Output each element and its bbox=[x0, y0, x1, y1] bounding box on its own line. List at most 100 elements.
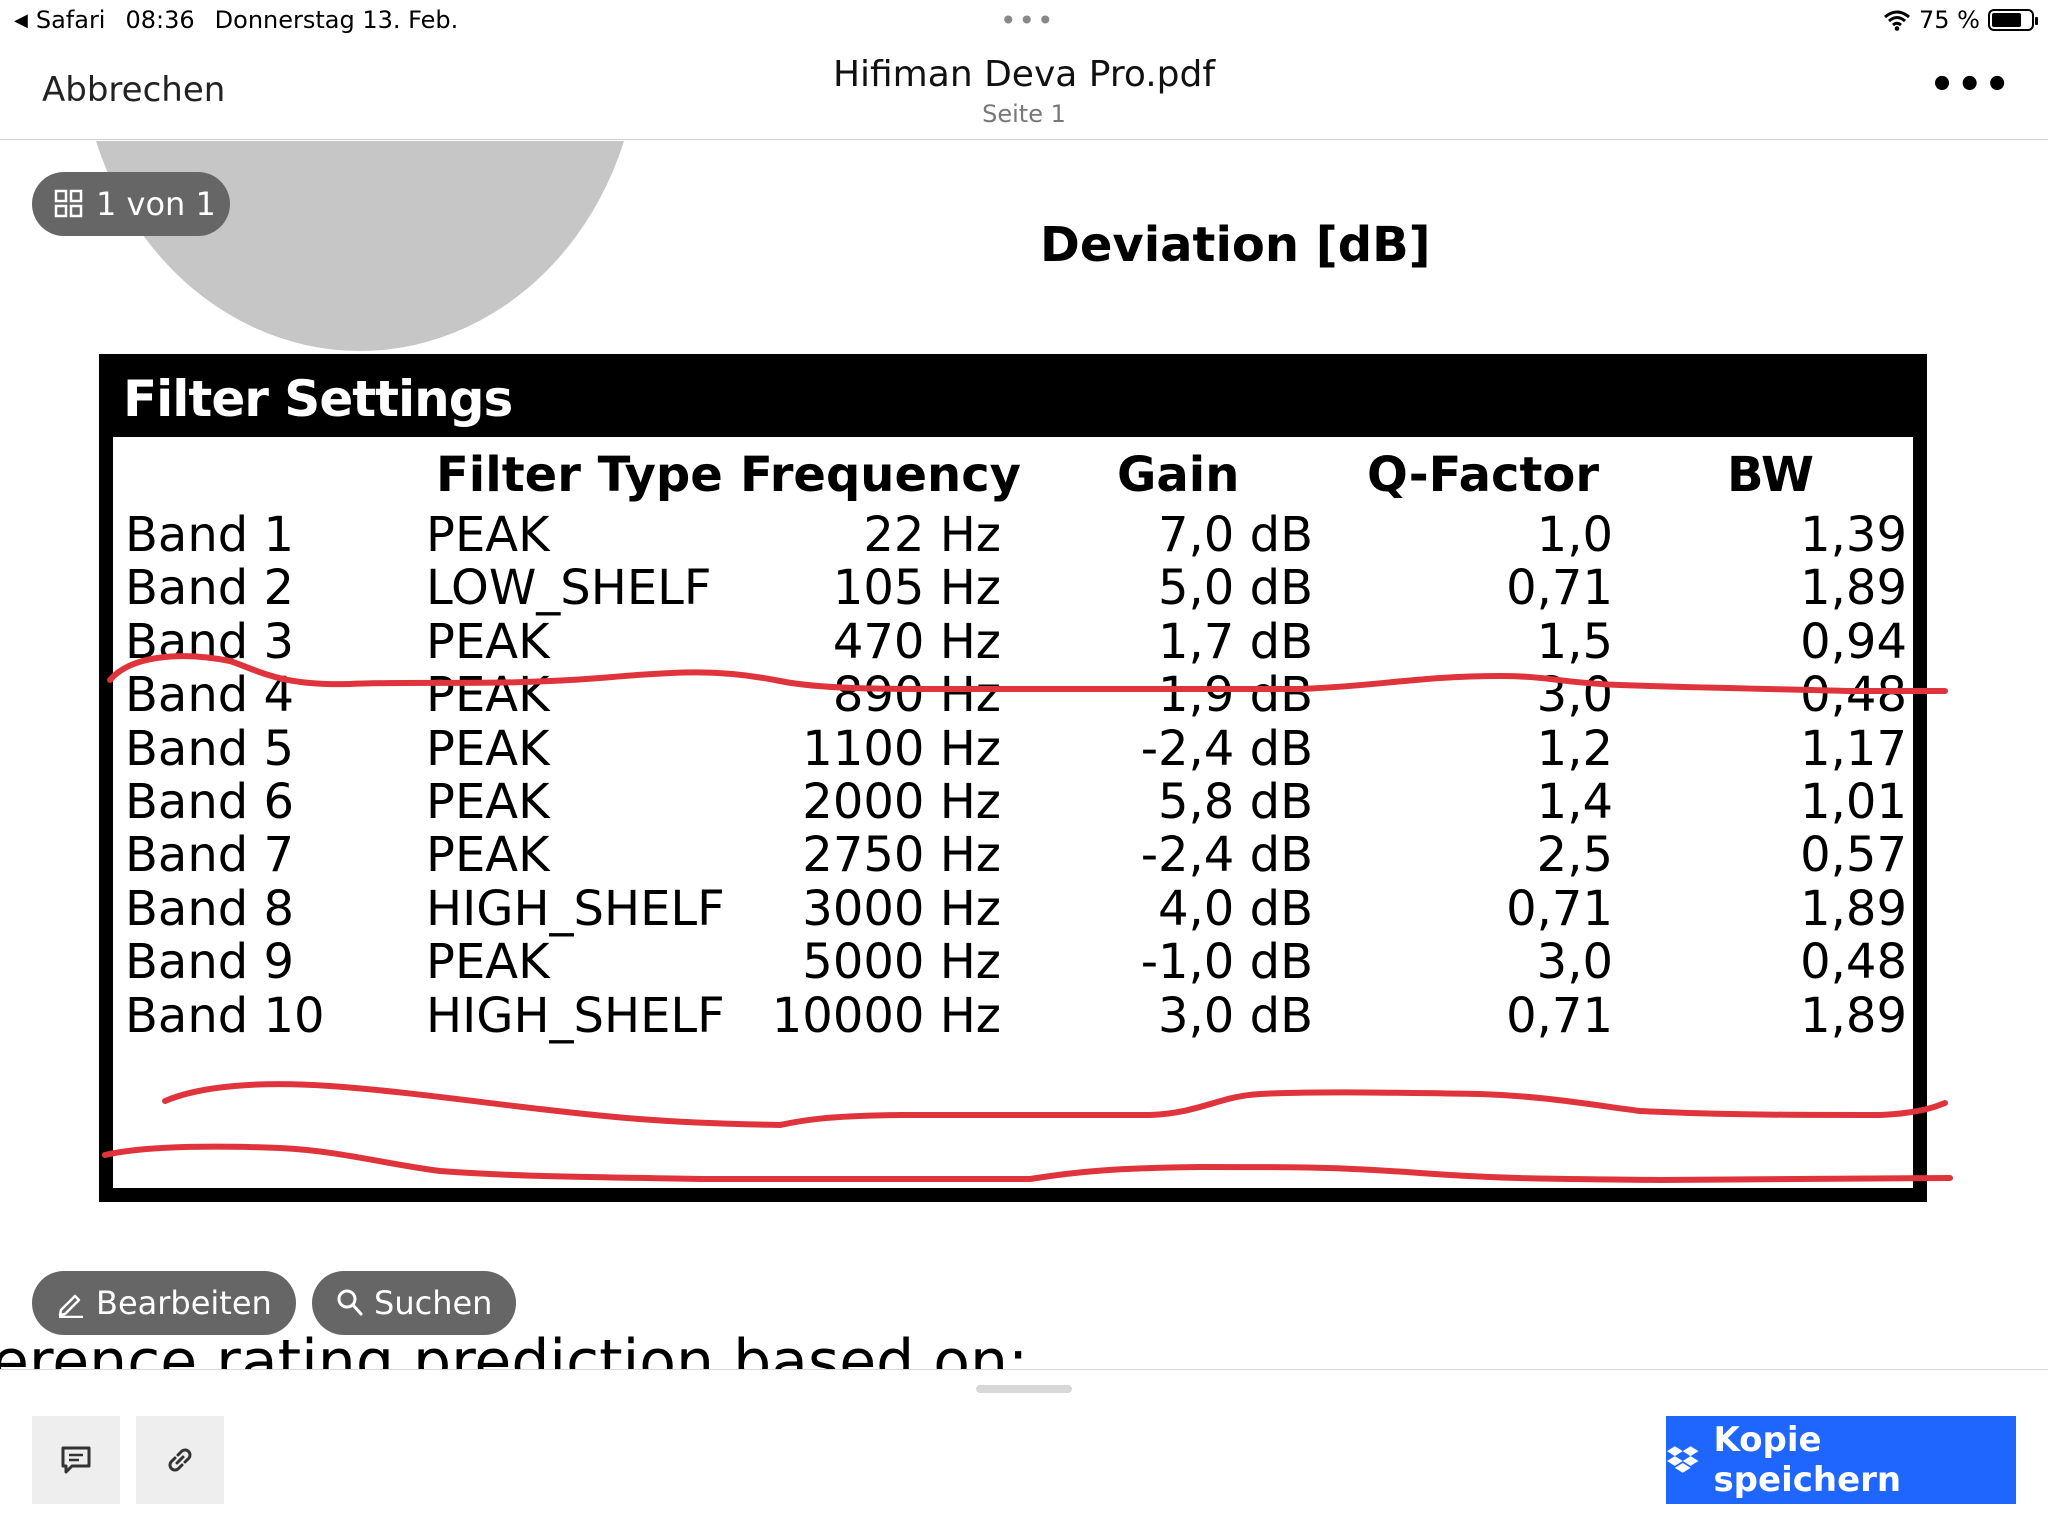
cell-frequency: 10000 Hz bbox=[771, 987, 1001, 1044]
document-title: Hifiman Deva Pro.pdf bbox=[832, 54, 1216, 95]
cell-gain: 4,0 dB bbox=[1158, 880, 1313, 937]
page-indicator-label: 1 von 1 bbox=[96, 185, 216, 223]
cell-band: Band 10 bbox=[125, 987, 325, 1044]
cell-band: Band 3 bbox=[125, 613, 295, 670]
cell-bw: 0,48 bbox=[1800, 934, 1907, 991]
cell-gain: 1,9 dB bbox=[1158, 667, 1313, 724]
search-button-label: Suchen bbox=[374, 1284, 493, 1322]
link-button[interactable] bbox=[136, 1416, 224, 1504]
cell-frequency: 3000 Hz bbox=[802, 880, 1001, 937]
status-right: 75 % bbox=[1883, 6, 2038, 34]
table-row: Band 10 HIGH_SHELF 10000 Hz 3,0 dB 0,71 1,89 bbox=[113, 988, 1913, 1058]
deviation-heading: Deviation [dB] bbox=[1040, 217, 1431, 273]
cell-bw: 0,48 bbox=[1800, 667, 1907, 724]
back-app-label[interactable]: Safari bbox=[36, 6, 106, 34]
cell-filter-type: PEAK bbox=[426, 827, 550, 884]
cell-q-factor: 0,71 bbox=[1506, 987, 1613, 1044]
cell-bw: 1,89 bbox=[1800, 987, 1907, 1044]
cell-band: Band 5 bbox=[125, 720, 295, 777]
cell-filter-type: HIGH_SHELF bbox=[426, 987, 725, 1044]
grabber-handle[interactable] bbox=[976, 1385, 1072, 1393]
cell-filter-type: PEAK bbox=[426, 774, 550, 830]
save-copy-label: Kopie speichern bbox=[1713, 1420, 1902, 1500]
status-left: ◀ Safari 08:36 Donnerstag 13. Feb. bbox=[14, 6, 458, 34]
cell-band: Band 1 bbox=[125, 507, 295, 563]
cell-frequency: 5000 Hz bbox=[802, 934, 1001, 991]
pencil-icon bbox=[58, 1294, 83, 1318]
cell-q-factor: 1,2 bbox=[1536, 720, 1613, 777]
cell-frequency: 105 Hz bbox=[832, 560, 1001, 617]
cell-bw: 1,17 bbox=[1800, 720, 1907, 777]
search-button[interactable]: Suchen bbox=[312, 1271, 517, 1335]
back-triangle-icon[interactable]: ◀ bbox=[14, 10, 28, 31]
status-date: Donnerstag 13. Feb. bbox=[214, 6, 459, 34]
column-header-gain: Gain bbox=[1117, 447, 1240, 503]
search-icon bbox=[337, 1289, 363, 1316]
multitasking-dots-icon[interactable]: ••• bbox=[1000, 4, 1056, 37]
bottom-toolbar: Kopie speichern bbox=[0, 1369, 2048, 1536]
cell-filter-type: HIGH_SHELF bbox=[426, 880, 725, 937]
cell-gain: 5,8 dB bbox=[1158, 774, 1313, 830]
cell-frequency: 2750 Hz bbox=[802, 827, 1001, 884]
cell-frequency: 890 Hz bbox=[832, 667, 1001, 724]
status-bar: ◀ Safari 08:36 Donnerstag 13. Feb. ••• 7… bbox=[0, 0, 2048, 40]
ellipsis-icon[interactable]: ••• bbox=[1929, 62, 2012, 108]
cell-filter-type: PEAK bbox=[426, 720, 550, 777]
link-icon bbox=[168, 1448, 192, 1472]
edit-button[interactable]: Bearbeiten bbox=[32, 1271, 296, 1335]
cell-frequency: 2000 Hz bbox=[802, 774, 1001, 830]
cell-filter-type: PEAK bbox=[426, 507, 550, 563]
page-subtitle: Seite 1 bbox=[982, 100, 1066, 128]
cell-frequency: 1100 Hz bbox=[802, 720, 1001, 777]
column-header-filter-type: Filter Type bbox=[436, 447, 723, 503]
cell-q-factor: 0,71 bbox=[1506, 560, 1613, 617]
cell-band: Band 7 bbox=[125, 827, 295, 884]
dropbox-icon bbox=[1666, 1446, 1699, 1473]
cell-band: Band 2 bbox=[125, 560, 295, 617]
comment-button[interactable] bbox=[32, 1416, 120, 1504]
grid-icon bbox=[54, 189, 83, 218]
cell-gain: 3,0 dB bbox=[1158, 987, 1313, 1044]
cell-gain: 1,7 dB bbox=[1158, 613, 1313, 670]
cell-bw: 0,57 bbox=[1800, 827, 1907, 884]
cell-band: Band 8 bbox=[125, 880, 295, 937]
battery-icon bbox=[1988, 9, 2038, 31]
column-header-frequency: Frequency bbox=[740, 447, 1021, 503]
nav-bar: Abbrechen Hifiman Deva Pro.pdf Seite 1 •… bbox=[0, 40, 2048, 140]
cell-bw: 1,89 bbox=[1800, 880, 1907, 937]
cell-q-factor: 3,0 bbox=[1536, 667, 1613, 724]
cell-filter-type: PEAK bbox=[426, 667, 550, 724]
filter-settings-title: Filter Settings bbox=[123, 370, 513, 428]
cell-band: Band 4 bbox=[125, 667, 295, 724]
column-header-q-factor: Q-Factor bbox=[1367, 447, 1600, 503]
battery-percent: 75 % bbox=[1919, 6, 1980, 34]
column-header-bw: BW bbox=[1727, 447, 1814, 503]
cell-q-factor: 3,0 bbox=[1536, 934, 1613, 991]
cell-bw: 1,39 bbox=[1800, 507, 1907, 563]
cell-gain: 7,0 dB bbox=[1158, 507, 1313, 563]
cell-frequency: 470 Hz bbox=[832, 613, 1001, 670]
cell-bw: 1,89 bbox=[1800, 560, 1907, 617]
cell-q-factor: 0,71 bbox=[1506, 880, 1613, 937]
page-indicator-button[interactable]: 1 von 1 bbox=[32, 172, 230, 236]
cell-gain: 5,0 dB bbox=[1158, 560, 1313, 617]
cell-filter-type: PEAK bbox=[426, 613, 550, 670]
cell-q-factor: 1,5 bbox=[1536, 613, 1613, 670]
status-time: 08:36 bbox=[125, 6, 195, 34]
cell-band: Band 9 bbox=[125, 934, 295, 991]
cell-q-factor: 1,4 bbox=[1536, 774, 1613, 830]
filter-settings-table: Filter Settings Filter Type Frequency Ga… bbox=[99, 354, 1927, 1202]
cell-frequency: 22 Hz bbox=[863, 507, 1001, 563]
cell-bw: 0,94 bbox=[1800, 613, 1907, 670]
edit-button-label: Bearbeiten bbox=[96, 1284, 272, 1322]
cell-gain: -2,4 dB bbox=[1140, 720, 1313, 777]
cell-gain: -2,4 dB bbox=[1140, 827, 1313, 884]
cell-bw: 1,01 bbox=[1800, 774, 1907, 830]
pdf-document-view[interactable]: 1 von 1 Deviation [dB] Filter Settings F… bbox=[0, 141, 2048, 1369]
cell-band: Band 6 bbox=[125, 774, 295, 830]
wifi-icon bbox=[1884, 10, 1910, 31]
cell-gain: -1,0 dB bbox=[1140, 934, 1313, 991]
cell-q-factor: 1,0 bbox=[1536, 507, 1613, 563]
save-copy-button[interactable]: Kopie speichern bbox=[1666, 1416, 2016, 1504]
comment-icon bbox=[61, 1446, 91, 1474]
